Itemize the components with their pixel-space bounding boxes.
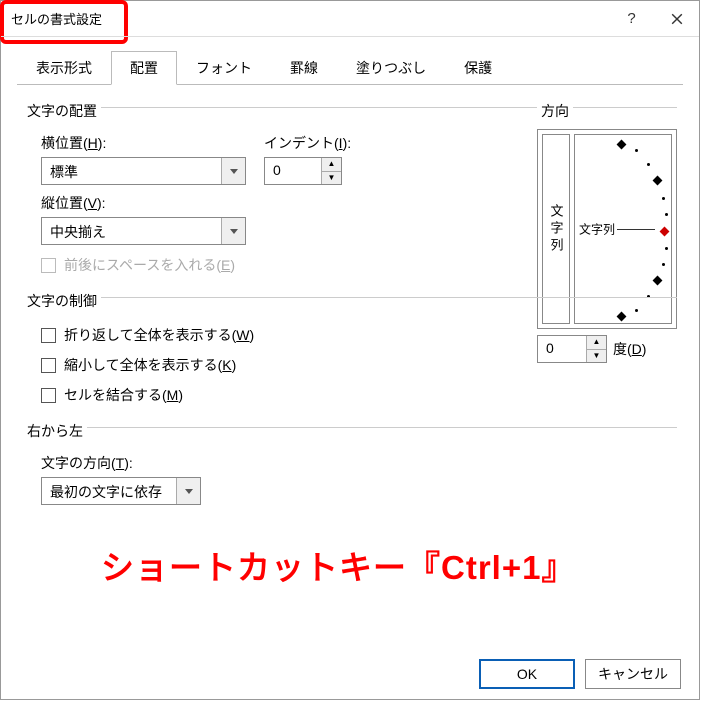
text-direction-value: 最初の文字に依存 [42, 478, 176, 504]
text-direction-label: 文字の方向(T): [41, 453, 677, 473]
rtl-group: 右から左 文字の方向(T): 最初の文字に依存 [23, 415, 677, 505]
help-button[interactable]: ? [609, 1, 654, 37]
merge-cells-check[interactable]: セルを結合する(M) [41, 385, 677, 405]
indent-spinner[interactable]: 0 ▲ ▼ [264, 157, 342, 185]
dialog-body: 文字の配置 横位置(H): 標準 インデント(I): 0 [1, 85, 699, 665]
chevron-down-icon [185, 489, 193, 494]
tab-number[interactable]: 表示形式 [17, 51, 111, 85]
group-label-orientation: 方向 [537, 101, 573, 121]
justify-distributed-label: 前後にスペースを入れる(E) [64, 255, 235, 275]
orientation-dial[interactable]: 文字列 [574, 134, 672, 324]
group-label-alignment: 文字の配置 [23, 101, 101, 121]
tab-fill[interactable]: 塗りつぶし [337, 51, 445, 85]
shrink-fit-label: 縮小して全体を表示する(K) [64, 355, 236, 375]
tab-protection[interactable]: 保護 [445, 51, 511, 85]
vertical-label: 縦位置(V): [41, 193, 246, 213]
close-button[interactable] [654, 1, 699, 37]
shortcut-annotation: ショートカットキー『Ctrl+1』 [101, 541, 575, 589]
indent-value: 0 [265, 158, 321, 184]
chevron-down-icon [230, 229, 238, 234]
triangle-down-icon: ▼ [328, 174, 336, 182]
orientation-dial-text: 文字列 [579, 221, 615, 238]
indent-up-button[interactable]: ▲ [322, 158, 341, 172]
orientation-box: 文字列 文字列 [537, 129, 677, 329]
group-label-control: 文字の制御 [23, 291, 101, 311]
close-icon [671, 13, 683, 25]
horizontal-select[interactable]: 標準 [41, 157, 246, 185]
orientation-marker-neg45 [653, 276, 663, 286]
orientation-marker-top [617, 140, 627, 150]
ok-button[interactable]: OK [479, 659, 575, 689]
triangle-up-icon: ▲ [593, 338, 601, 346]
merge-cells-label: セルを結合する(M) [64, 385, 183, 405]
vertical-text-button[interactable]: 文字列 [542, 134, 570, 324]
tab-alignment[interactable]: 配置 [111, 51, 177, 85]
orientation-group: 方向 文字列 文字列 [537, 95, 677, 363]
horizontal-label: 横位置(H): [41, 133, 246, 153]
vertical-value: 中央揃え [42, 218, 221, 244]
indent-label: インデント(I): [264, 133, 351, 153]
tab-font[interactable]: フォント [177, 51, 271, 85]
orientation-marker-0 [660, 227, 670, 237]
format-cells-dialog: セルの書式設定 ? 表示形式 配置 フォント 罫線 塗りつぶし 保護 文字の配置… [0, 0, 700, 700]
triangle-up-icon: ▲ [328, 160, 336, 168]
vertical-dropdown-button[interactable] [221, 218, 245, 244]
window-title: セルの書式設定 [11, 9, 102, 28]
checkbox-icon [41, 258, 56, 273]
titlebar: セルの書式設定 ? [1, 1, 699, 37]
orientation-marker-bottom [617, 312, 627, 322]
degree-up-button[interactable]: ▲ [587, 336, 606, 350]
tab-border[interactable]: 罫線 [271, 51, 337, 85]
degree-spinner[interactable]: 0 ▲ ▼ [537, 335, 607, 363]
horizontal-dropdown-button[interactable] [221, 158, 245, 184]
text-direction-dropdown-button[interactable] [176, 478, 200, 504]
text-direction-select[interactable]: 最初の文字に依存 [41, 477, 201, 505]
horizontal-value: 標準 [42, 158, 221, 184]
cancel-button[interactable]: キャンセル [585, 659, 681, 689]
checkbox-icon[interactable] [41, 328, 56, 343]
vertical-select[interactable]: 中央揃え [41, 217, 246, 245]
wrap-text-label: 折り返して全体を表示する(W) [64, 325, 254, 345]
checkbox-icon[interactable] [41, 388, 56, 403]
dialog-footer: OK キャンセル [479, 659, 681, 689]
triangle-down-icon: ▼ [593, 352, 601, 360]
indent-down-button[interactable]: ▼ [322, 172, 341, 185]
orientation-marker-45 [653, 176, 663, 186]
degree-value: 0 [538, 336, 586, 362]
degree-down-button[interactable]: ▼ [587, 350, 606, 363]
orientation-line [617, 229, 655, 230]
group-label-rtl: 右から左 [23, 421, 87, 441]
tab-strip: 表示形式 配置 フォント 罫線 塗りつぶし 保護 [1, 37, 699, 85]
chevron-down-icon [230, 169, 238, 174]
degree-label: 度(D) [613, 339, 646, 359]
checkbox-icon[interactable] [41, 358, 56, 373]
